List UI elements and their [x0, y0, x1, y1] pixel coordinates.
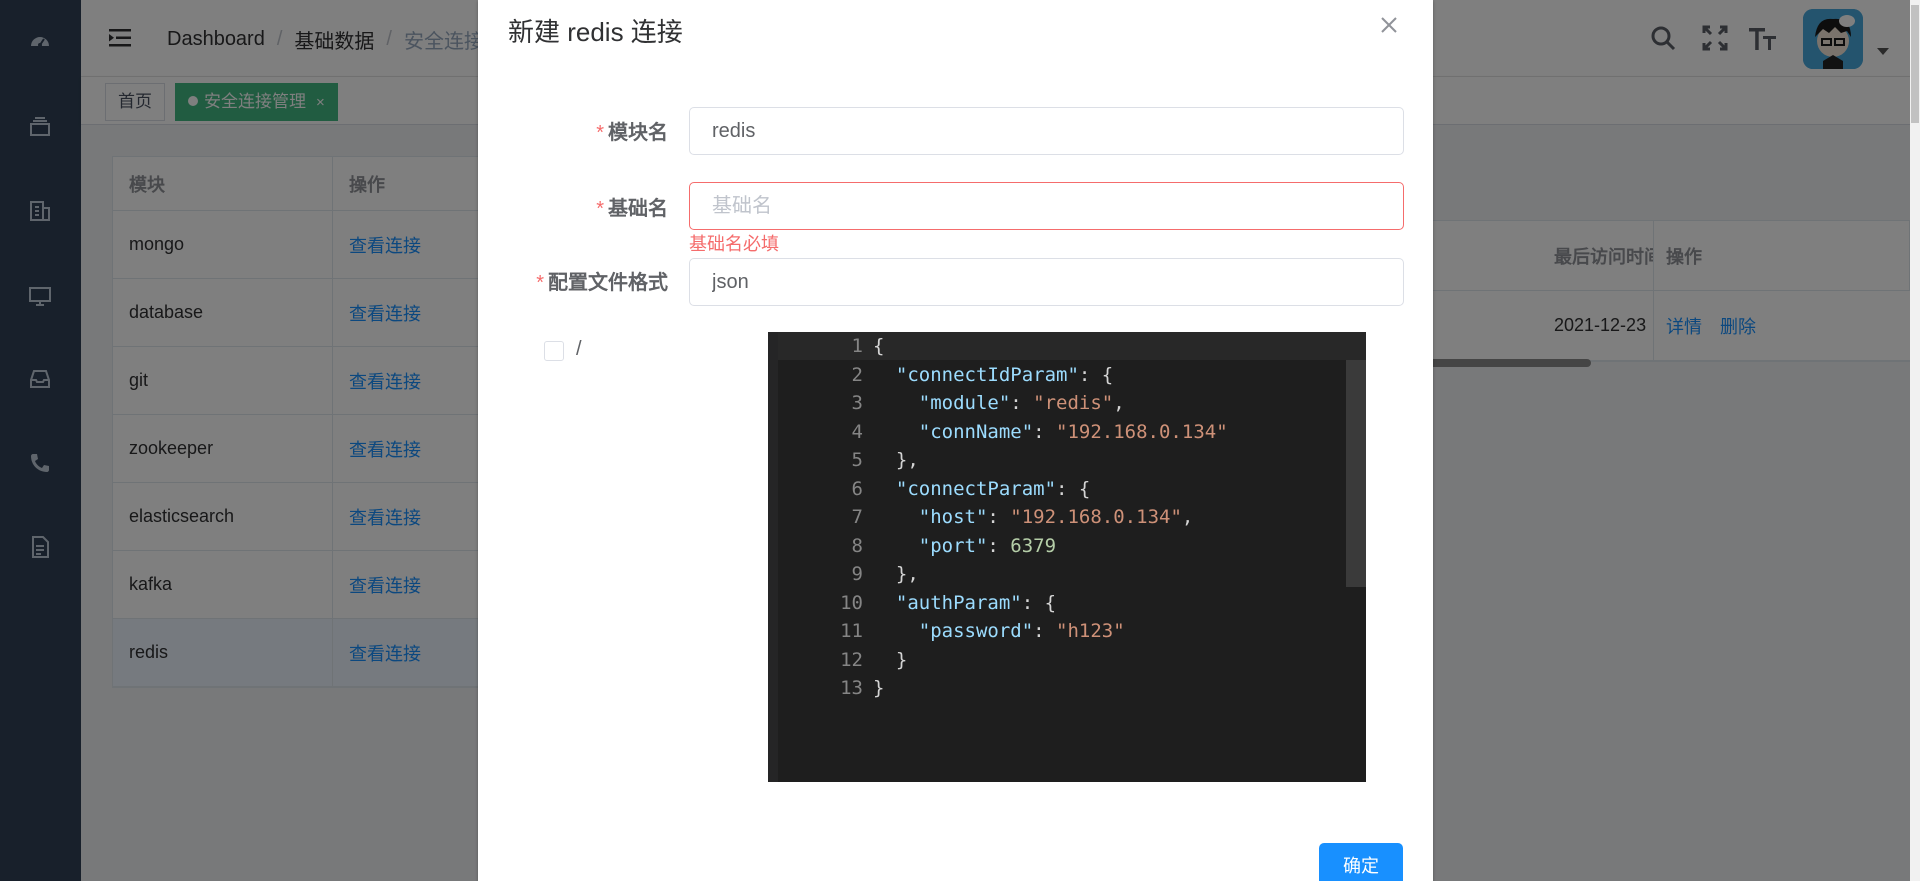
code-text: },	[873, 563, 919, 585]
close-icon[interactable]	[1377, 13, 1401, 37]
code-line[interactable]: 13}	[778, 674, 1366, 702]
line-number: 6	[851, 477, 863, 500]
dialog-title: 新建 redis 连接	[508, 17, 683, 47]
label-text: 基础名	[608, 198, 668, 220]
line-number: 7	[851, 506, 863, 528]
code-line[interactable]: 9 },	[778, 560, 1366, 588]
label-text: 配置文件格式	[548, 272, 668, 294]
new-connection-dialog: 新建 redis 连接 *模块名 *基础名 基础名必填 *配置文件格式 / 1{…	[478, 0, 1433, 881]
line-number: 4	[851, 420, 863, 443]
code-text: },	[873, 449, 919, 471]
code-line[interactable]: 8 "port": 6379	[778, 532, 1366, 560]
code-line[interactable]: 11 "password": "h123"	[778, 617, 1366, 645]
line-number: 12	[840, 648, 863, 671]
code-line[interactable]: 2 "connectIdParam": {	[778, 361, 1366, 389]
base-name-error: 基础名必填	[689, 234, 779, 254]
code-text: "authParam": {	[895, 591, 1057, 614]
code-text: "connName": "192.168.0.134"	[918, 420, 1228, 443]
code-line[interactable]: 3 "module": "redis",	[778, 389, 1366, 417]
module-name-input[interactable]	[689, 107, 1404, 155]
confirm-button[interactable]: 确定	[1319, 843, 1403, 881]
checkbox-label: /	[576, 338, 582, 360]
required-mark: *	[596, 122, 604, 144]
config-format-label: * 配置文件格式	[488, 266, 668, 295]
code-text: }	[873, 677, 885, 699]
code-line[interactable]: 5 },	[778, 446, 1366, 474]
code-line[interactable]: 12 }	[778, 646, 1366, 674]
base-name-label: * 基础名	[538, 192, 668, 221]
base-name-input[interactable]	[689, 182, 1404, 230]
page-scrollbar[interactable]	[1910, 0, 1920, 881]
line-number: 8	[851, 534, 863, 557]
module-name-label: * 模块名	[538, 116, 668, 145]
line-number: 1	[851, 335, 863, 357]
checkbox[interactable]	[544, 341, 564, 361]
line-number: 5	[851, 449, 863, 471]
code-text: "port": 6379	[918, 534, 1057, 557]
code-text: "connectIdParam": {	[895, 363, 1114, 386]
config-format-input[interactable]	[689, 258, 1404, 306]
line-number: 9	[851, 563, 863, 585]
code-line[interactable]: 1{	[778, 332, 1366, 360]
code-text: "connectParam": {	[895, 477, 1091, 500]
line-number: 2	[851, 363, 863, 386]
line-number: 3	[851, 392, 863, 414]
code-text: "host": "192.168.0.134",	[918, 506, 1194, 528]
scrollbar-thumb[interactable]	[1911, 5, 1919, 123]
code-line[interactable]: 10 "authParam": {	[778, 589, 1366, 617]
code-text: {	[873, 335, 885, 357]
line-number: 13	[840, 677, 863, 699]
code-text: "module": "redis",	[918, 392, 1125, 414]
line-number: 11	[840, 620, 863, 642]
code-editor[interactable]: 1{2 "connectIdParam": {3 "module": "redi…	[768, 332, 1366, 782]
line-number: 10	[840, 591, 863, 614]
code-line[interactable]: 7 "host": "192.168.0.134",	[778, 503, 1366, 531]
label-text: 模块名	[608, 122, 668, 144]
code-text: }	[873, 648, 908, 671]
code-text: "password": "h123"	[918, 620, 1125, 642]
required-mark: *	[536, 272, 544, 294]
code-line[interactable]: 6 "connectParam": {	[778, 475, 1366, 503]
code-line[interactable]: 4 "connName": "192.168.0.134"	[778, 418, 1366, 446]
required-mark: *	[596, 198, 604, 220]
